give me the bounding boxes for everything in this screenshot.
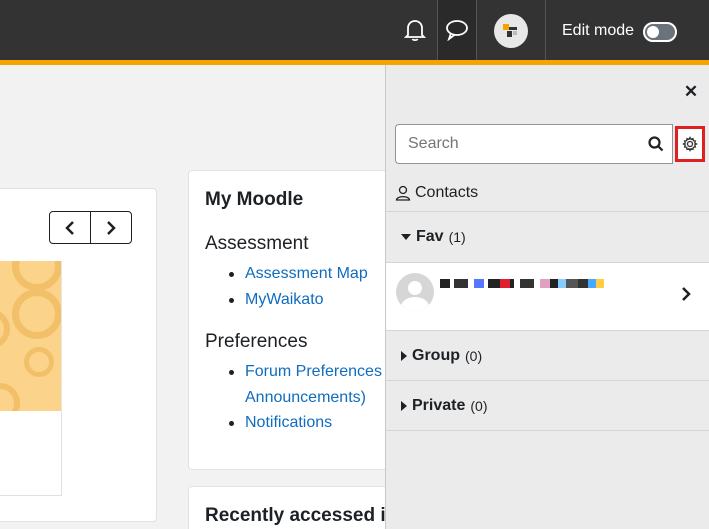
contact-avatar (396, 273, 434, 311)
caret-down-icon (401, 234, 411, 240)
assessment-heading: Assessment (205, 233, 309, 254)
search-input[interactable] (395, 124, 640, 164)
private-group-header[interactable]: Private (0) (386, 380, 709, 430)
group-group-header[interactable]: Group (0) (386, 330, 709, 380)
drawer-divider (386, 430, 709, 431)
list-bullet (229, 298, 234, 303)
chevron-left-icon[interactable] (50, 212, 90, 243)
group-count: (0) (470, 397, 488, 414)
notifications-link[interactable]: Notifications (245, 414, 332, 432)
group-count: (0) (465, 347, 483, 364)
group-name: Fav (416, 228, 444, 245)
user-icon (395, 185, 411, 201)
chat-icon[interactable] (437, 0, 477, 60)
group-name: Group (412, 346, 460, 364)
list-bullet (229, 421, 234, 426)
recently-accessed-title: Recently accessed ite (205, 505, 403, 526)
my-moodle-title: My Moodle (205, 189, 304, 210)
fav-group-header[interactable]: Fav (1) (386, 211, 709, 262)
search-icon[interactable] (639, 124, 673, 164)
edit-mode-toggle[interactable] (643, 22, 677, 42)
course-card-body (0, 411, 62, 496)
chevron-right-icon (681, 287, 691, 306)
contacts-label: Contacts (415, 184, 479, 201)
list-bullet (229, 370, 234, 375)
edit-mode-label: Edit mode (562, 22, 635, 39)
contacts-link[interactable]: Contacts (395, 184, 478, 202)
redacted-contact-name (440, 279, 604, 288)
assessment-map-link[interactable]: Assessment Map (245, 265, 368, 283)
close-icon[interactable]: ✕ (683, 82, 699, 101)
preferences-heading: Preferences (205, 331, 308, 352)
contact-list-item[interactable] (386, 262, 709, 330)
navbar-divider (545, 0, 546, 60)
group-name: Private (412, 396, 466, 414)
announcements-link[interactable]: Announcements) (245, 389, 366, 407)
caret-right-icon (401, 350, 407, 361)
forum-preferences-link[interactable]: Forum Preferences (245, 363, 382, 381)
mywaikato-link[interactable]: MyWaikato (245, 291, 324, 309)
user-avatar[interactable] (494, 14, 528, 48)
bell-icon[interactable] (400, 14, 430, 46)
course-nav-buttons (49, 211, 132, 244)
chevron-right-icon[interactable] (90, 212, 131, 243)
caret-right-icon (401, 400, 407, 411)
gear-icon[interactable] (675, 126, 705, 162)
group-count: (1) (448, 229, 466, 245)
list-bullet (229, 272, 234, 277)
course-image[interactable] (0, 261, 62, 411)
